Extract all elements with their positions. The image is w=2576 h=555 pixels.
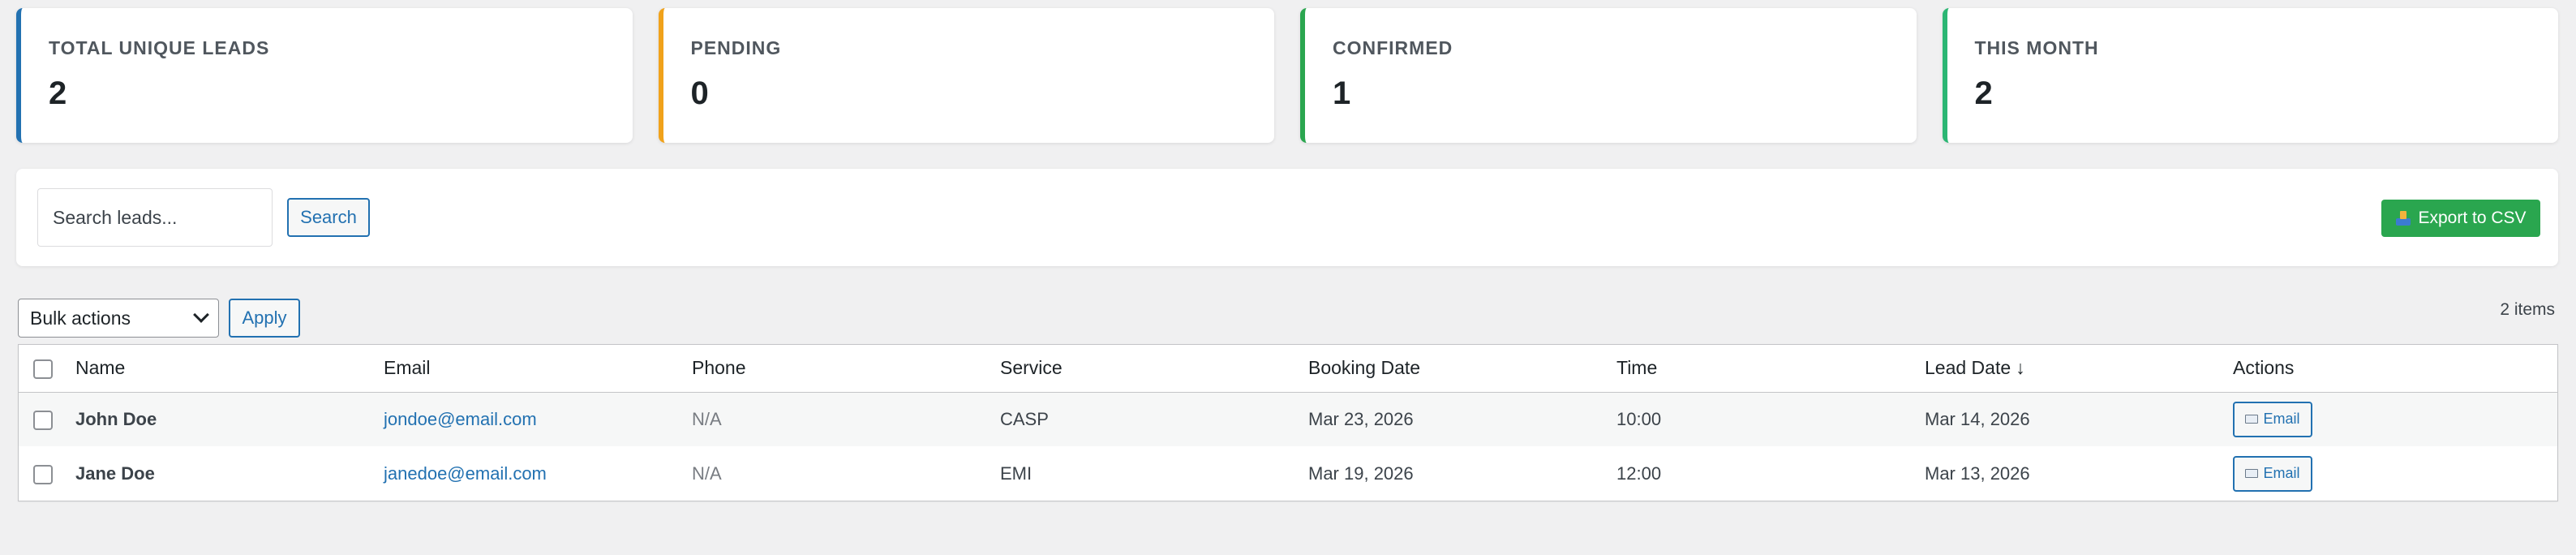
row-checkbox[interactable] [33,410,53,430]
lead-email-link[interactable]: janedoe@email.com [384,446,692,501]
envelope-icon [2245,469,2259,478]
table-row: John Doe jondoe@email.com N/A CASP Mar 2… [19,392,2557,446]
column-header-actions: Actions [2233,357,2295,379]
lead-date: Mar 13, 2026 [1925,462,2030,484]
column-header-phone: Phone [692,357,746,379]
lead-phone: N/A [692,408,722,429]
sort-down-icon: ↓ [2016,357,2025,379]
stat-value: 2 [49,75,67,111]
stat-label: THIS MONTH [1974,37,2099,58]
inbox-tray-icon [2395,211,2411,226]
lead-service: CASP [1000,408,1049,429]
lead-name: Jane Doe [75,462,155,484]
stat-card-this-month: THIS MONTH 2 [1942,8,2558,143]
lead-date-label: Lead Date [1925,357,2011,379]
lead-date: Mar 14, 2026 [1925,408,2030,429]
column-header-service: Service [1000,357,1063,379]
lead-phone: N/A [692,462,722,484]
column-header-time: Time [1616,357,1658,379]
lead-booking-date: Mar 23, 2026 [1308,408,1414,429]
envelope-icon [2245,415,2259,424]
column-header-lead-date[interactable]: Lead Date ↓ [1925,345,2233,392]
leads-table: Name Email Phone Service Booking Date Ti… [18,344,2558,501]
chevron-down-icon [193,307,209,323]
column-header-name: Name [75,357,126,379]
select-all-checkbox[interactable] [33,359,53,380]
stat-value: 1 [1333,75,1351,111]
column-header-email: Email [384,357,431,379]
apply-button[interactable]: Apply [229,299,300,338]
stat-card-total-leads: TOTAL UNIQUE LEADS 2 [16,8,633,143]
lead-email-link[interactable]: jondoe@email.com [384,392,692,446]
stat-label: TOTAL UNIQUE LEADS [49,37,270,58]
stat-label: PENDING [690,37,782,58]
table-row: Jane Doe janedoe@email.com N/A EMI Mar 1… [19,446,2557,501]
stats-row: TOTAL UNIQUE LEADS 2 PENDING 0 CONFIRMED… [16,8,2558,143]
export-label: Export to CSV [2418,209,2527,227]
column-header-booking-date: Booking Date [1308,357,1421,379]
search-button[interactable]: Search [287,198,370,237]
bulk-actions-value: Bulk actions [30,307,131,329]
stat-value: 2 [1974,75,1993,111]
email-button-label: Email [2263,411,2300,428]
stat-card-pending: PENDING 0 [658,8,1274,143]
search-panel: Search Export to CSV [16,169,2558,266]
bulk-actions-select[interactable]: Bulk actions [18,299,219,338]
lead-time: 10:00 [1616,408,1662,429]
row-checkbox[interactable] [33,464,53,484]
email-button-label: Email [2263,465,2300,481]
lead-service: EMI [1000,462,1033,484]
stat-value: 0 [690,75,709,111]
items-count: 2 items [2500,300,2555,319]
lead-time: 12:00 [1616,462,1662,484]
lead-name: John Doe [75,408,157,429]
search-input[interactable] [37,188,273,247]
table-header-row: Name Email Phone Service Booking Date Ti… [19,345,2557,392]
lead-booking-date: Mar 19, 2026 [1308,462,1414,484]
export-csv-button[interactable]: Export to CSV [2381,200,2540,237]
email-button[interactable]: Email [2233,401,2312,437]
email-button[interactable]: Email [2233,455,2312,492]
stat-label: CONFIRMED [1333,37,1453,58]
stat-card-confirmed: CONFIRMED 1 [1300,8,1917,143]
